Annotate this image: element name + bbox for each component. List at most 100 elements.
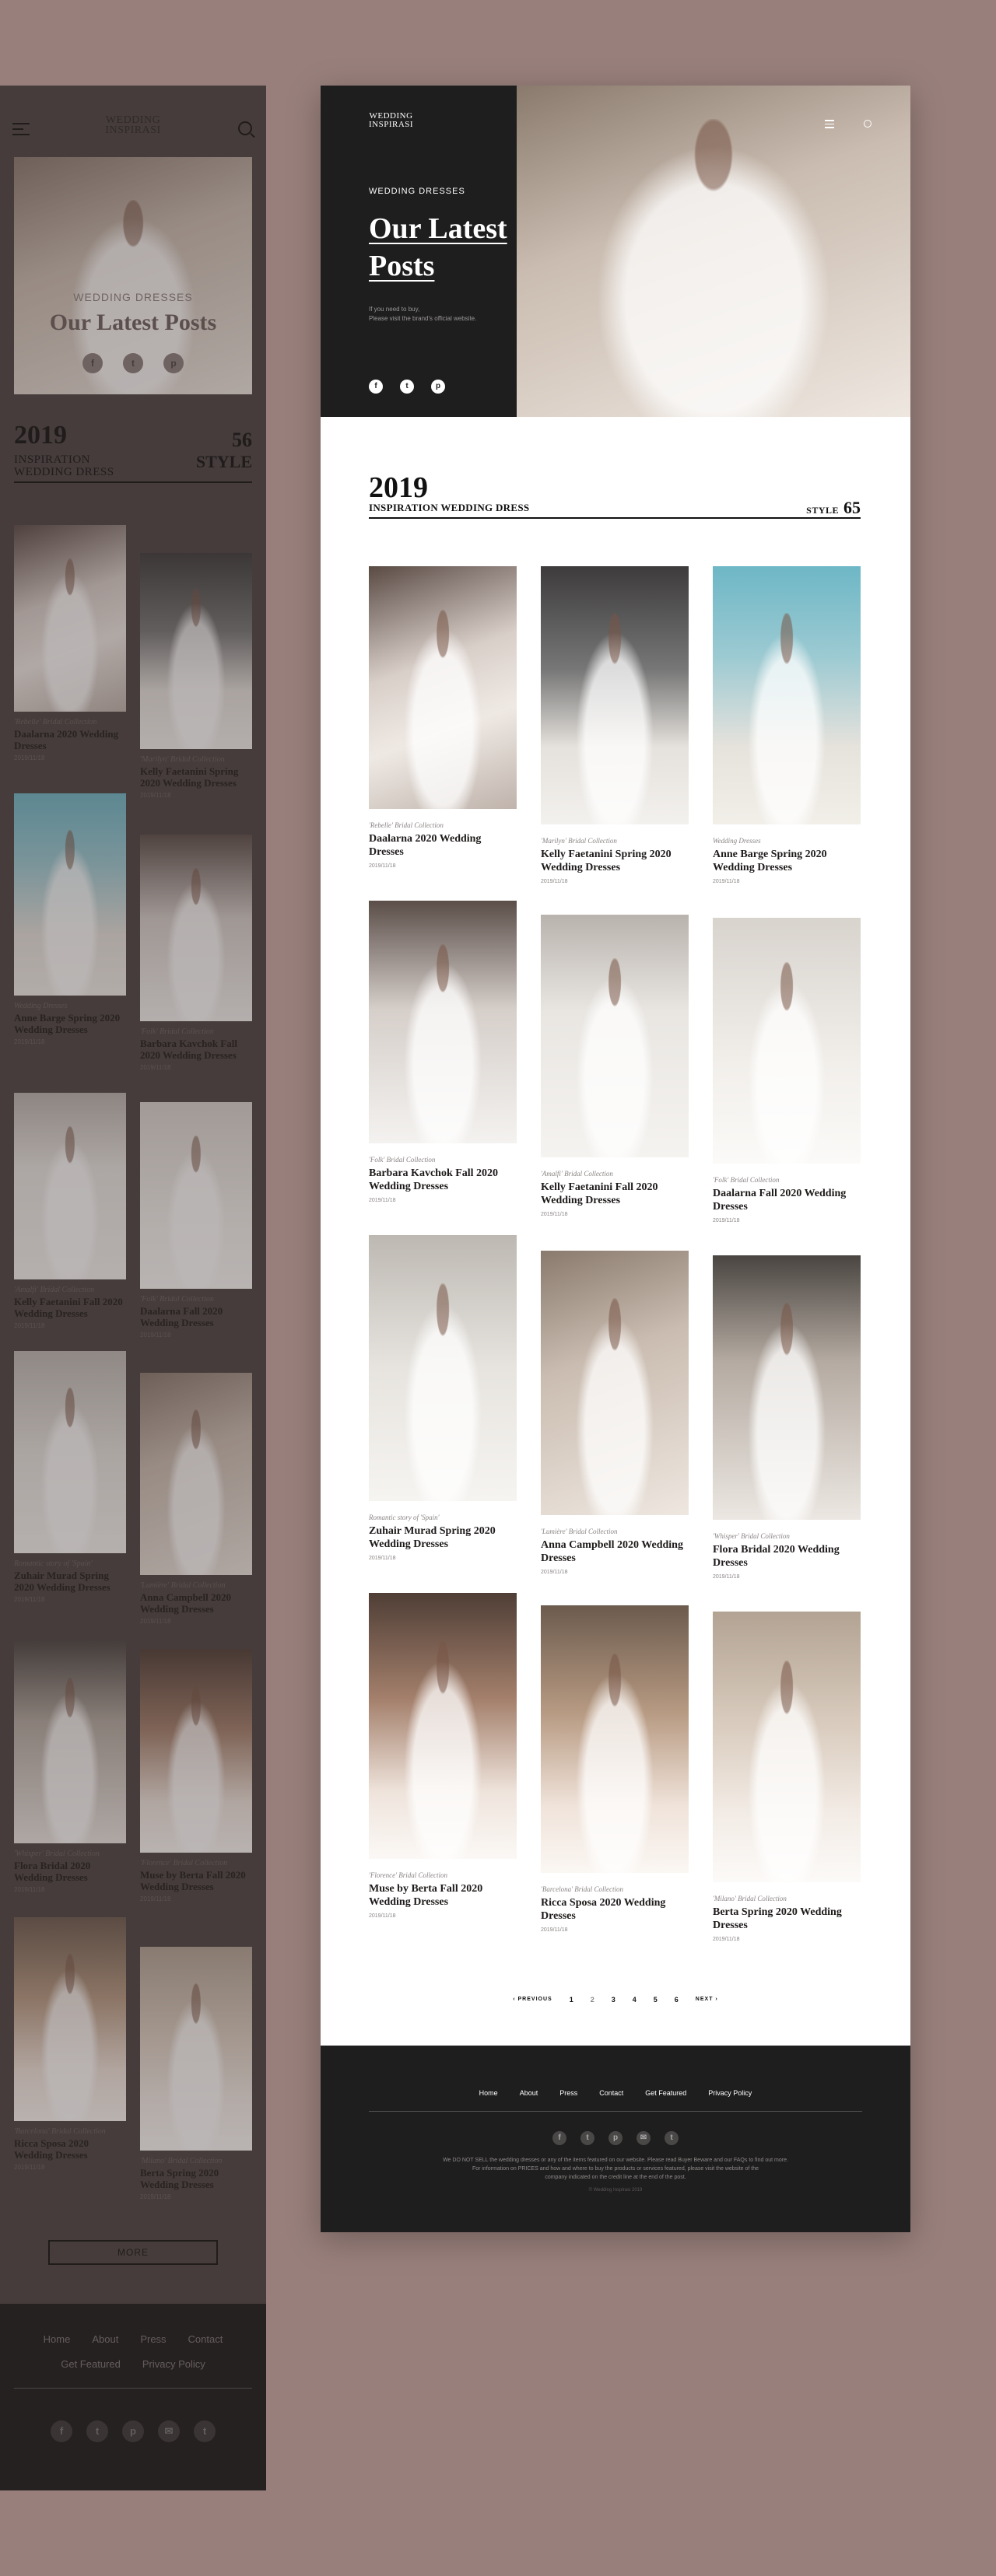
- pagination-page[interactable]: 4: [633, 1996, 637, 2004]
- facebook-icon[interactable]: f: [51, 2420, 72, 2442]
- post-card[interactable]: 'Folk' Bridal Collection Barbara Kavchok…: [140, 835, 252, 1071]
- post-card[interactable]: 'Amalfi' Bridal Collection Kelly Faetani…: [14, 1093, 126, 1329]
- facebook-icon[interactable]: f: [82, 353, 103, 373]
- post-title[interactable]: Berta Spring 2020 Wedding Dresses: [140, 2167, 252, 2190]
- post-title[interactable]: Daalarna Fall 2020 Wedding Dresses: [713, 1187, 861, 1213]
- post-image[interactable]: [369, 566, 517, 809]
- pinterest-icon[interactable]: p: [608, 2131, 622, 2145]
- post-card[interactable]: 'Milano' Bridal Collection Berta Spring …: [140, 1947, 252, 2200]
- twitter-icon[interactable]: t: [580, 2131, 594, 2145]
- post-card[interactable]: Romantic story of 'Spain' Zuhair Murad S…: [369, 1235, 517, 1561]
- post-title[interactable]: Barbara Kavchok Fall 2020 Wedding Dresse…: [369, 1167, 517, 1193]
- post-title[interactable]: Zuhair Murad Spring 2020 Wedding Dresses: [369, 1524, 517, 1551]
- post-card[interactable]: 'Whisper' Bridal Collection Flora Bridal…: [14, 1641, 126, 1893]
- email-icon[interactable]: ✉: [637, 2131, 651, 2145]
- tumblr-icon[interactable]: t: [665, 2131, 679, 2145]
- post-card[interactable]: 'Whisper' Bridal Collection Flora Bridal…: [713, 1255, 861, 1580]
- post-image[interactable]: [14, 525, 126, 712]
- post-image[interactable]: [140, 835, 252, 1021]
- footer-link[interactable]: About: [92, 2333, 118, 2345]
- footer-link[interactable]: Contact: [188, 2333, 223, 2345]
- post-card[interactable]: 'Florence' Bridal Collection Muse by Ber…: [140, 1649, 252, 1902]
- post-image[interactable]: [369, 901, 517, 1143]
- post-title[interactable]: Kelly Faetanini Spring 2020 Wedding Dres…: [541, 848, 689, 874]
- pagination-page[interactable]: 1: [570, 1996, 573, 2004]
- post-card[interactable]: 'Milano' Bridal Collection Berta Spring …: [713, 1612, 861, 1942]
- post-card[interactable]: 'Barcelona' Bridal Collection Ricca Spos…: [541, 1605, 689, 1933]
- post-image[interactable]: [140, 1947, 252, 2151]
- pagination-page[interactable]: 6: [675, 1996, 679, 2004]
- post-image[interactable]: [713, 1612, 861, 1882]
- post-title[interactable]: Ricca Sposa 2020 Wedding Dresses: [14, 2137, 126, 2161]
- post-image[interactable]: [140, 1649, 252, 1853]
- menu-icon[interactable]: [825, 120, 834, 131]
- post-image[interactable]: [14, 1917, 126, 2121]
- post-image[interactable]: [140, 1102, 252, 1289]
- post-card[interactable]: 'Rebelle' Bridal Collection Daalarna 202…: [14, 525, 126, 761]
- post-title[interactable]: Zuhair Murad Spring 2020 Wedding Dresses: [14, 1570, 126, 1593]
- post-card[interactable]: 'Lumière' Bridal Collection Anna Campbel…: [140, 1373, 252, 1625]
- post-card[interactable]: 'Rebelle' Bridal Collection Daalarna 202…: [369, 566, 517, 869]
- footer-link[interactable]: Get Featured: [645, 2089, 686, 2097]
- facebook-icon[interactable]: f: [552, 2131, 566, 2145]
- pinterest-icon[interactable]: p: [431, 380, 445, 394]
- post-image[interactable]: [14, 1093, 126, 1279]
- post-image[interactable]: [713, 918, 861, 1164]
- post-image[interactable]: [541, 566, 689, 824]
- post-title[interactable]: Flora Bridal 2020 Wedding Dresses: [14, 1860, 126, 1883]
- post-title[interactable]: Anne Barge Spring 2020 Wedding Dresses: [713, 848, 861, 874]
- post-card[interactable]: 'Marilyn' Bridal Collection Kelly Faetan…: [140, 553, 252, 799]
- pagination-prev[interactable]: ‹ PREVIOUS: [513, 1997, 552, 2004]
- post-title[interactable]: Muse by Berta Fall 2020 Wedding Dresses: [140, 1869, 252, 1892]
- email-icon[interactable]: ✉: [158, 2420, 180, 2442]
- post-card[interactable]: 'Barcelona' Bridal Collection Ricca Spos…: [14, 1917, 126, 2171]
- footer-link[interactable]: Home: [479, 2089, 498, 2097]
- footer-link[interactable]: Privacy Policy: [142, 2358, 205, 2370]
- twitter-icon[interactable]: t: [86, 2420, 108, 2442]
- post-title[interactable]: Daalarna 2020 Wedding Dresses: [369, 832, 517, 859]
- post-image[interactable]: [14, 793, 126, 996]
- pinterest-icon[interactable]: p: [122, 2420, 144, 2442]
- post-card[interactable]: 'Folk' Bridal Collection Barbara Kavchok…: [369, 901, 517, 1203]
- post-image[interactable]: [713, 566, 861, 824]
- search-icon[interactable]: [864, 120, 872, 128]
- footer-link[interactable]: Home: [44, 2333, 71, 2345]
- post-image[interactable]: [541, 915, 689, 1157]
- post-title[interactable]: Anne Barge Spring 2020 Wedding Dresses: [14, 1012, 126, 1035]
- post-card[interactable]: 'Florence' Bridal Collection Muse by Ber…: [369, 1593, 517, 1919]
- post-title[interactable]: Kelly Faetanini Spring 2020 Wedding Dres…: [140, 765, 252, 789]
- twitter-icon[interactable]: t: [123, 353, 143, 373]
- post-card[interactable]: 'Folk' Bridal Collection Daalarna Fall 2…: [140, 1102, 252, 1339]
- post-card[interactable]: 'Lumière' Bridal Collection Anna Campbel…: [541, 1251, 689, 1575]
- footer-link[interactable]: Contact: [599, 2089, 623, 2097]
- search-icon[interactable]: [238, 121, 252, 135]
- more-button[interactable]: MORE: [48, 2240, 218, 2265]
- post-image[interactable]: [140, 553, 252, 749]
- post-title[interactable]: Kelly Faetanini Fall 2020 Wedding Dresse…: [14, 1296, 126, 1319]
- post-card[interactable]: 'Amalfi' Bridal Collection Kelly Faetani…: [541, 915, 689, 1217]
- footer-link[interactable]: Privacy Policy: [708, 2089, 752, 2097]
- facebook-icon[interactable]: f: [369, 380, 383, 394]
- pagination-next[interactable]: NEXT ›: [696, 1997, 718, 2004]
- post-title[interactable]: Flora Bridal 2020 Wedding Dresses: [713, 1543, 861, 1570]
- post-image[interactable]: [369, 1235, 517, 1501]
- twitter-icon[interactable]: t: [400, 380, 414, 394]
- pagination-page[interactable]: 3: [612, 1996, 615, 2004]
- post-card[interactable]: Wedding Dresses Anne Barge Spring 2020 W…: [14, 793, 126, 1045]
- post-image[interactable]: [14, 1641, 126, 1843]
- post-image[interactable]: [541, 1251, 689, 1515]
- post-title[interactable]: Anna Campbell 2020 Wedding Dresses: [541, 1538, 689, 1565]
- post-title[interactable]: Berta Spring 2020 Wedding Dresses: [713, 1906, 861, 1932]
- post-title[interactable]: Anna Campbell 2020 Wedding Dresses: [140, 1591, 252, 1615]
- logo[interactable]: WEDDING INSPIRASI: [369, 112, 413, 129]
- pinterest-icon[interactable]: p: [163, 353, 184, 373]
- post-title[interactable]: Daalarna Fall 2020 Wedding Dresses: [140, 1305, 252, 1328]
- pagination-page[interactable]: 2: [591, 1996, 594, 2004]
- footer-link[interactable]: Press: [140, 2333, 166, 2345]
- post-card[interactable]: 'Marilyn' Bridal Collection Kelly Faetan…: [541, 566, 689, 884]
- post-card[interactable]: Wedding Dresses Anne Barge Spring 2020 W…: [713, 566, 861, 884]
- post-image[interactable]: [369, 1593, 517, 1859]
- post-image[interactable]: [14, 1351, 126, 1553]
- logo[interactable]: WEDDING INSPIRASI: [105, 115, 160, 136]
- post-title[interactable]: Muse by Berta Fall 2020 Wedding Dresses: [369, 1882, 517, 1909]
